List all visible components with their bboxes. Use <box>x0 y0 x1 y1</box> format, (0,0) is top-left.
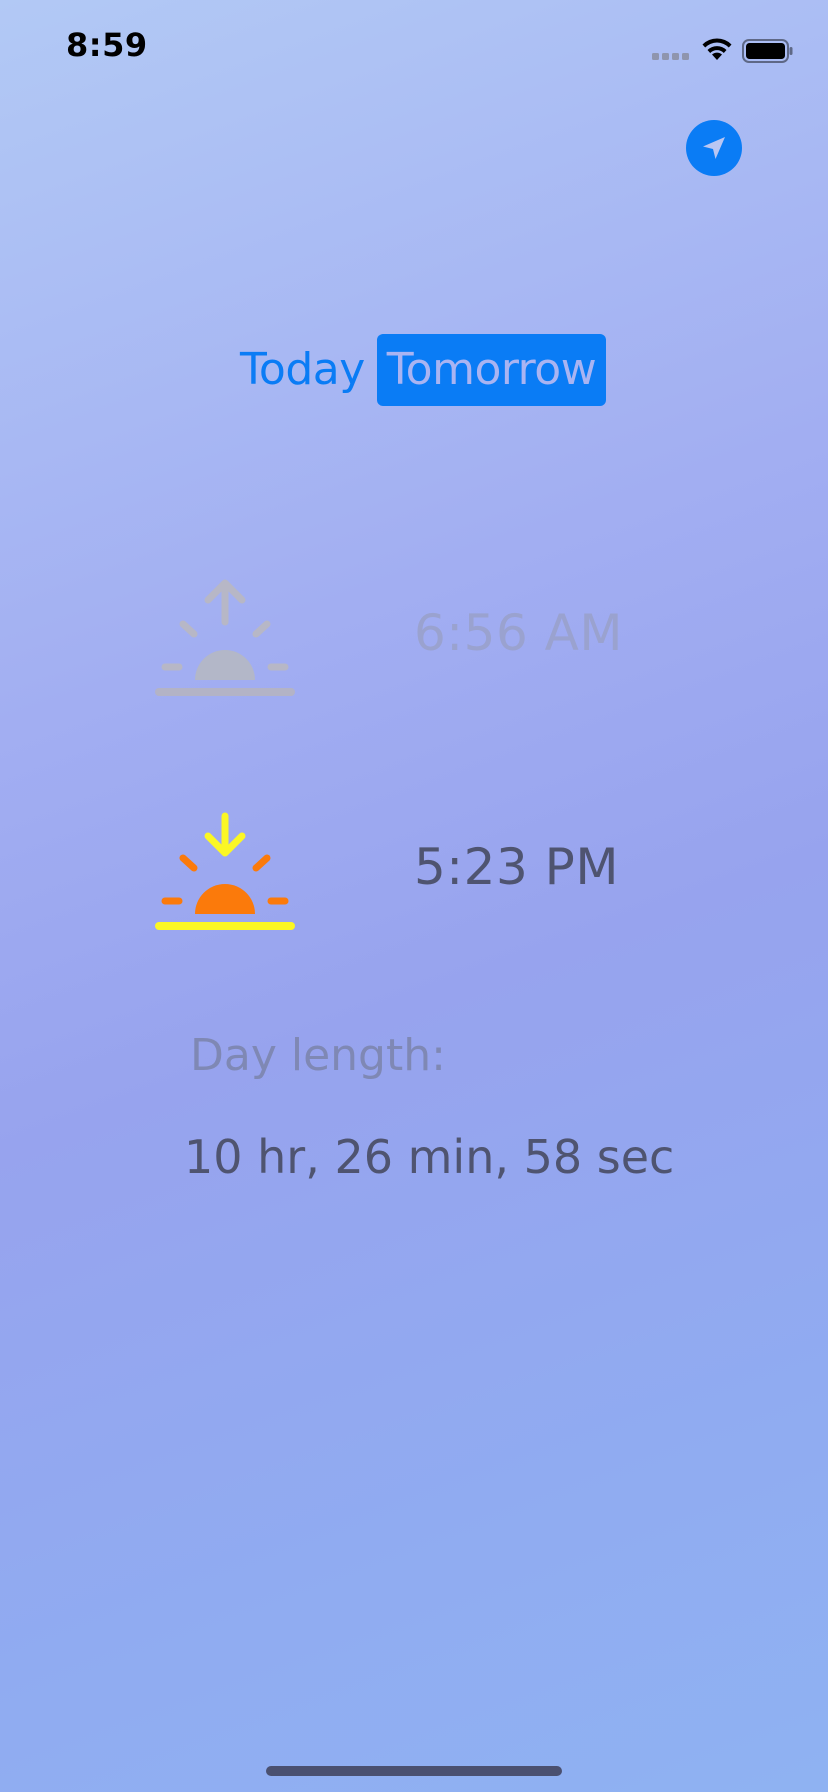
sunset-row: 5:23 PM <box>150 806 770 936</box>
location-arrow-icon <box>703 137 725 159</box>
sunset-icon <box>155 812 295 930</box>
cellular-signal-icon <box>652 53 689 60</box>
sunrise-icon <box>155 579 295 696</box>
day-length-value: 10 hr, 26 min, 58 sec <box>184 1130 675 1184</box>
wifi-icon <box>702 38 732 60</box>
sunrise-row: 6:56 AM <box>150 572 770 702</box>
tab-today[interactable]: Today <box>232 334 373 406</box>
day-length-label: Day length: <box>190 1030 446 1081</box>
sunset-time: 5:23 PM <box>414 838 619 896</box>
home-indicator[interactable] <box>266 1766 562 1776</box>
status-bar: 8:59 <box>0 0 828 100</box>
tab-tomorrow[interactable]: Tomorrow <box>376 334 607 406</box>
day-selector: Today Tomorrow <box>232 334 607 406</box>
status-time: 8:59 <box>66 26 148 64</box>
location-button[interactable] <box>686 120 742 176</box>
sunrise-time: 6:56 AM <box>414 604 624 662</box>
battery-icon <box>742 39 793 63</box>
